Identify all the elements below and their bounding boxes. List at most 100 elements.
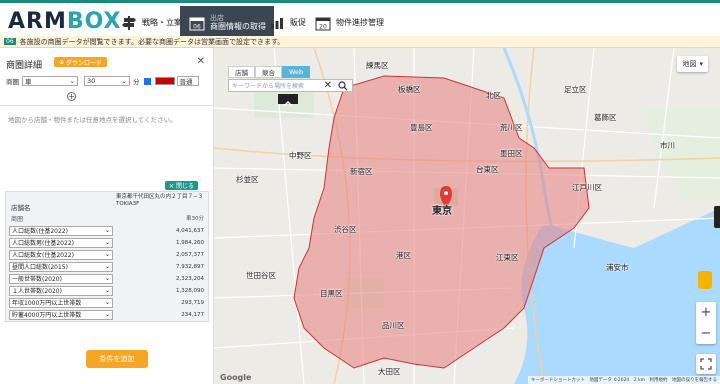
chevron-down-icon: ⌄ xyxy=(104,263,110,270)
travel-mode-select[interactable]: 車 ⌄ xyxy=(22,76,78,86)
metric-select[interactable]: 一般世帯数(2020) ⌄ xyxy=(9,273,113,284)
map-label: 台東区 xyxy=(476,165,499,174)
metric-select[interactable]: 貯蓄4000万円以上世帯数 ⌄ xyxy=(9,309,113,320)
calendar-icon: 06 xyxy=(188,14,206,32)
table-row: 人口総数(住基2022) ⌄ 4,041,637 xyxy=(9,225,207,236)
map-label: 目黒区 xyxy=(320,289,343,298)
close-panel-button[interactable]: ✕ xyxy=(197,56,205,67)
nav-promotion[interactable]: 販促 xyxy=(268,6,306,39)
add-area-icon[interactable]: + xyxy=(67,92,76,101)
map-label: 新宿区 xyxy=(350,167,373,176)
nav-property-progress[interactable]: 20 物件進捗管理 xyxy=(314,6,384,39)
metric-select[interactable]: 年収1000万円以上世帯数 ⌄ xyxy=(9,297,113,308)
nav-promotion-label: 販促 xyxy=(290,18,306,27)
signpost-icon xyxy=(120,14,138,32)
metric-value: 234,177 xyxy=(181,311,204,318)
metric-value: 293,719 xyxy=(181,299,204,306)
clear-icon[interactable]: ✕ xyxy=(324,80,332,91)
map-label: 足立区 xyxy=(564,85,587,94)
table-row: 人口総数男(住基2022) ⌄ 1,984,260 xyxy=(9,237,207,248)
nav-trade-area[interactable]: 06 出店 商圏情報の取得 xyxy=(180,6,274,39)
map-label: 品川区 xyxy=(382,321,405,330)
minutes-select[interactable]: 30 ⌄ xyxy=(84,76,130,86)
svg-text:06: 06 xyxy=(193,23,201,30)
area-color-picker[interactable] xyxy=(154,77,175,85)
map-attribution[interactable]: キーボードショートカット 地図データ ©2024 2 km 利用規約 地図の誤り… xyxy=(527,376,720,384)
minutes-value: 30 xyxy=(87,77,96,85)
map-view[interactable]: 練馬区 板橋区 北区 足立区 中野区 杉並区 新宿区 豊島区 荒川区 台東区 墨… xyxy=(214,48,720,384)
map-label: 板橋区 xyxy=(398,85,421,94)
street-view-pegman-icon[interactable] xyxy=(698,271,712,289)
metric-select[interactable]: 人口総数女(住基2022) ⌄ xyxy=(9,249,113,260)
collapse-search-button[interactable] xyxy=(278,94,298,107)
table-row: 年収1000万円以上世帯数 ⌄ 293,719 xyxy=(9,297,207,308)
map-tabs: 店舗 競合 Web xyxy=(228,66,311,78)
nav-property-progress-label: 物件進捗管理 xyxy=(336,18,384,27)
tab-competitors[interactable]: 競合 xyxy=(255,66,282,78)
trade-area-table: 店舗名 商圏 東京都千代田区丸の内２丁目７−３ TOKIA3F 車30分 人口総… xyxy=(5,191,209,322)
store-address: 東京都千代田区丸の内２丁目７−３ TOKIA3F xyxy=(116,194,204,208)
metric-label: 人口総数女(住基2022) xyxy=(12,252,74,259)
side-panel-handle[interactable] xyxy=(714,206,720,228)
search-placeholder: キーワードから場所を検索 xyxy=(232,83,305,90)
tab-web[interactable]: Web xyxy=(282,66,311,78)
chevron-down-icon: ⌄ xyxy=(69,77,75,85)
travel-mode-value: 車 xyxy=(25,78,32,86)
top-navigation-bar: ARMBOX 戦略・立案 06 出店 商圏情報の取得 販促 20 物件進捗管理 xyxy=(0,0,720,39)
speed-select[interactable]: 普通 xyxy=(176,76,199,86)
nav-strategy-label: 戦略・立案 xyxy=(142,18,182,27)
metric-select[interactable]: １人世帯数(2020) ⌄ xyxy=(9,285,113,296)
map-search-input[interactable]: キーワードから場所を検索 ✕ xyxy=(228,79,353,92)
table-row: 一般世帯数(2020) ⌄ 2,323,204 xyxy=(9,273,207,284)
metric-value: 2,057,377 xyxy=(176,251,204,258)
store-name-header: 店舗名 xyxy=(11,204,31,212)
table-row: 昼間人口総数(2015) ⌄ 7,932,897 xyxy=(9,261,207,272)
app-logo[interactable]: ARMBOX xyxy=(8,9,122,34)
close-table-button[interactable]: ✕ 閉じる xyxy=(165,181,198,190)
chevron-down-icon: ⌄ xyxy=(104,275,110,282)
metric-select[interactable]: 人口総数(住基2022) ⌄ xyxy=(9,225,113,236)
map-label: 大田区 xyxy=(378,367,401,376)
show-area-checkbox[interactable] xyxy=(143,77,151,85)
nav-trade-area-label: 商圏情報の取得 xyxy=(210,21,266,31)
map-label: 荒川区 xyxy=(500,123,523,132)
chevron-down-icon: ⌄ xyxy=(104,299,110,306)
map-label: 世田谷区 xyxy=(246,271,276,280)
table-row: １人世帯数(2020) ⌄ 1,328,090 xyxy=(9,285,207,296)
notice-tag: 06 xyxy=(4,38,16,45)
search-icon[interactable] xyxy=(338,81,348,93)
chevron-down-icon: ⌄ xyxy=(104,251,110,258)
metric-select[interactable]: 昼間人口総数(2015) ⌄ xyxy=(9,261,113,272)
metric-label: １人世帯数(2020) xyxy=(12,288,62,295)
nav-strategy[interactable]: 戦略・立案 xyxy=(120,6,182,39)
zoom-in-button[interactable]: + xyxy=(696,302,716,323)
metric-value: 1,984,260 xyxy=(176,239,204,246)
metric-value: 4,041,637 xyxy=(176,227,204,234)
svg-text:20: 20 xyxy=(319,23,327,30)
map-label: 江戸川区 xyxy=(572,183,602,192)
chevron-down-icon: ⌄ xyxy=(104,311,110,318)
tab-stores[interactable]: 店舗 xyxy=(228,66,255,78)
speed-value: 普通 xyxy=(179,78,193,86)
download-button[interactable]: ⊕ ダウンロード xyxy=(54,57,108,67)
notice-bar: 06 各施設の商圏データが閲覧できます。必要な商圏データは営業画面で設定できます… xyxy=(0,36,720,48)
trade-area-unit: 車30分 xyxy=(186,216,204,222)
zoom-out-button[interactable]: − xyxy=(696,323,716,344)
add-condition-button[interactable]: 条件を追加 xyxy=(86,350,148,368)
metric-select[interactable]: 人口総数男(住基2022) ⌄ xyxy=(9,237,113,248)
panel-title: 商圏詳細 xyxy=(6,61,43,71)
metric-label: 一般世帯数(2020) xyxy=(12,276,62,283)
metric-label: 貯蓄4000万円以上世帯数 xyxy=(12,312,82,319)
fullscreen-button[interactable] xyxy=(696,354,716,374)
map-label: 豊島区 xyxy=(410,123,433,132)
map-label: 港区 xyxy=(396,251,411,260)
map-label-tokyo: 東京 xyxy=(432,206,452,217)
trade-area-settings: 商圏 車 ⌄ 30 ⌄ 分 普通 xyxy=(6,76,202,86)
map-type-select[interactable]: 地図 ▾ xyxy=(677,56,708,72)
metric-label: 人口総数男(住基2022) xyxy=(12,240,74,247)
chevron-down-icon: ▾ xyxy=(699,60,703,68)
minutes-unit: 分 xyxy=(133,78,140,86)
metric-label: 人口総数(住基2022) xyxy=(12,228,68,235)
map-label: 杉並区 xyxy=(236,175,259,184)
map-label: 練馬区 xyxy=(366,61,389,70)
